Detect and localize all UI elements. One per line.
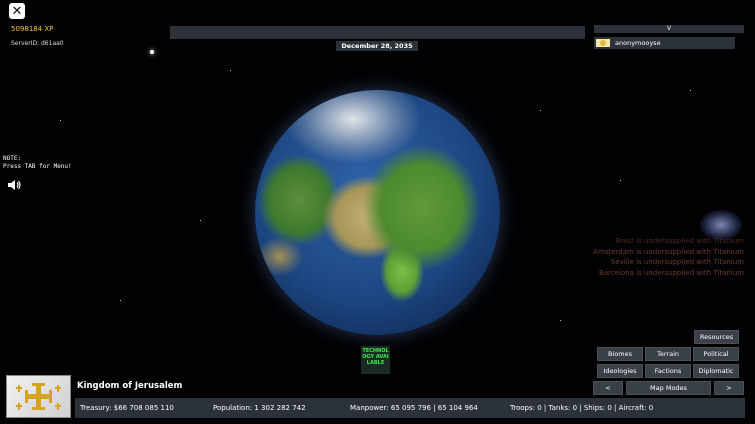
speaker-icon[interactable] — [7, 176, 21, 195]
log-entry: Seville is undersupplied with Titanium — [610, 258, 744, 266]
factions-button[interactable]: Factions — [645, 364, 691, 378]
star — [620, 180, 621, 181]
resources-button[interactable]: Resources — [694, 330, 739, 344]
jerusalem-cross-icon — [16, 383, 61, 410]
star — [540, 110, 541, 111]
population-stat: Population: 1 302 282 742 — [213, 404, 306, 412]
next-map-mode-button[interactable]: > — [714, 381, 744, 395]
log-entry: Brest is undersupplied with Titanium — [615, 237, 744, 245]
country-flag — [6, 375, 71, 418]
log-entry: Barcelona is undersupplied with Titanium — [598, 268, 744, 277]
note-title: NOTE: — [3, 155, 22, 162]
event-log: Brest is undersupplied with Titanium Ams… — [593, 236, 744, 278]
country-name: Kingdom of Jerusalem — [77, 381, 183, 391]
earth-globe[interactable] — [255, 90, 500, 335]
star — [230, 70, 231, 71]
star — [200, 220, 201, 221]
map-modes-button[interactable]: Map Modes — [626, 381, 711, 395]
diplomatic-button[interactable]: Diplomatic — [693, 364, 739, 378]
star — [60, 120, 61, 121]
close-button[interactable]: ✕ — [9, 3, 25, 19]
server-id: ServerID: d61aa0 — [11, 40, 64, 47]
note-text: Press TAB for Menu! — [3, 163, 72, 170]
political-button[interactable]: Political — [693, 347, 739, 361]
biomes-button[interactable]: Biomes — [597, 347, 643, 361]
star — [690, 90, 691, 91]
star — [150, 50, 154, 54]
manpower-stat: Manpower: 65 095 796 | 65 104 964 — [350, 404, 478, 412]
terrain-button[interactable]: Terrain — [645, 347, 691, 361]
star — [560, 320, 561, 321]
top-info-bar — [170, 26, 585, 39]
country-stats-bar: Treasury: $66 708 085 110 Population: 1 … — [75, 398, 745, 418]
technology-available-button[interactable]: TECHNOLOGY AVAILABLE — [361, 346, 390, 374]
log-entry: Amsterdam is undersupplied with Titanium — [593, 247, 744, 256]
ideologies-button[interactable]: Ideologies — [597, 364, 643, 378]
game-date: December 28, 2035 — [336, 41, 418, 51]
treasury-stat: Treasury: $66 708 085 110 — [80, 404, 174, 412]
previous-map-mode-button[interactable]: < — [593, 381, 623, 395]
player-list-toggle[interactable]: V — [594, 25, 744, 33]
close-icon: ✕ — [11, 3, 23, 19]
star — [120, 300, 121, 301]
player-name: anonymooyse — [615, 39, 661, 47]
xp-counter: 5098184 XP — [11, 25, 54, 33]
player-flag-icon — [596, 39, 610, 47]
menu-hint: NOTE: Press TAB for Menu! — [3, 155, 72, 171]
player-list-item[interactable]: anonymooyse — [594, 37, 735, 49]
military-stat: Troops: 0 | Tanks: 0 | Ships: 0 | Aircra… — [510, 404, 654, 412]
